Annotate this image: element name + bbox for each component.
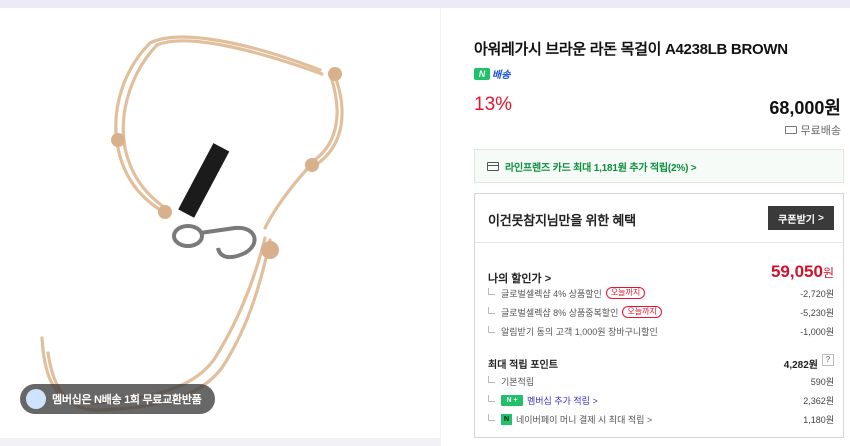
points-row-value: 2,362원 (803, 395, 834, 406)
my-sale-price-unit: 원 (822, 266, 834, 280)
tree-connector (488, 413, 495, 421)
delivery-badge: N 배송 (474, 66, 510, 81)
shipping-label: 무료배송 (800, 125, 841, 137)
points-label: 최대 적립 포인트 (488, 360, 558, 371)
coupon-button[interactable]: 쿠폰받기 > (768, 206, 834, 230)
discount-row: 알림받기 동의 고객 1,000원 장바구니할인 -1,000원 (488, 324, 834, 338)
points-row-value: 590원 (810, 376, 834, 387)
shipping-info: 무료배송 (784, 122, 841, 138)
points-row-value: 1,180원 (803, 414, 834, 425)
my-sale-label[interactable]: 나의 할인가 > (488, 270, 551, 286)
help-icon[interactable]: ? (822, 354, 834, 366)
discount-value: -2,720원 (800, 288, 834, 299)
my-sale-price: 59,050원 (771, 262, 834, 282)
discount-row: 글로벌셀렉샵 8% 상품중복할인 오늘까지 -5,230원 (488, 305, 834, 319)
top-strip (0, 0, 850, 8)
coupon-button-label: 쿠폰받기 (778, 214, 815, 226)
discount-label: 글로벌셀렉샵 4% 상품할인 (501, 288, 602, 299)
points-row-label: 기본적립 (501, 376, 535, 387)
tree-connector (488, 306, 495, 314)
tree-connector (488, 375, 495, 383)
today-only-badge: 오늘까지 (622, 306, 662, 318)
my-sale-price-value: 59,050 (770, 262, 823, 281)
naver-pay-points-link[interactable]: 네이버페이 머니 결제 시 최대 적립 > (516, 413, 652, 426)
discount-rate: 13% (474, 94, 513, 115)
benefit-box: 이건못참지님만을 위한 혜택 쿠폰받기 > 나의 할인가 > 59,050원 글… (474, 193, 844, 438)
points-row[interactable]: N + 멤버십 추가 적립 > 2,362원 (488, 393, 834, 407)
n-delivery-icon: N (474, 67, 490, 80)
product-price: 68,000원 (769, 98, 841, 118)
naver-pay-icon: N (501, 413, 512, 425)
membership-banner-text: 멤버십은 N배송 1회 무료교환반품 (52, 394, 202, 406)
discount-label: 알림받기 동의 고객 1,000원 장바구니할인 (501, 326, 658, 337)
delivery-badge-label: 배송 (492, 70, 511, 81)
points-row: 기본적립 590원 (488, 374, 834, 388)
card-promo-banner[interactable]: 라인프렌즈 카드 최대 1,181원 추가 적립(2%) > (474, 149, 844, 183)
product-image-panel: 멤버십은 N배송 1회 무료교환반품 (0, 8, 440, 438)
tree-connector (488, 394, 495, 402)
membership-points-link[interactable]: 멤버십 추가 적립 > (527, 394, 598, 407)
product-image[interactable] (0, 8, 440, 438)
discount-row: 글로벌셀렉샵 4% 상품할인 오늘까지 -2,720원 (488, 286, 834, 300)
points-row[interactable]: N 네이버페이 머니 결제 시 최대 적립 > 1,180원 (488, 412, 834, 426)
truck-icon (784, 126, 797, 134)
today-only-badge: 오늘까지 (605, 287, 646, 299)
n-plus-membership-icon: N + (501, 394, 523, 406)
card-promo-text: 라인프렌즈 카드 최대 1,181원 추가 적립(2%) > (505, 162, 697, 174)
membership-banner[interactable]: 멤버십은 N배송 1회 무료교환반품 (20, 384, 216, 414)
chevron-right-icon: > (817, 212, 824, 224)
membership-icon (26, 389, 46, 409)
product-info-panel: 아워레가시 브라운 라돈 목걸이 A4238LB BROWN N 배송 13% … (441, 8, 850, 446)
discount-value: -1,000원 (800, 326, 834, 337)
benefit-heading: 이건못참지님만을 위한 혜택 (488, 213, 636, 228)
divider (475, 242, 843, 243)
tree-connector (488, 287, 495, 295)
tree-connector (488, 325, 495, 333)
product-title: 아워레가시 브라운 라돈 목걸이 A4238LB BROWN (474, 41, 788, 58)
credit-card-icon (487, 161, 499, 171)
discount-value: -5,230원 (800, 307, 834, 318)
discount-label: 글로벌셀렉샵 8% 상품중복할인 (501, 307, 619, 318)
points-value: 4,282원 (783, 360, 818, 371)
